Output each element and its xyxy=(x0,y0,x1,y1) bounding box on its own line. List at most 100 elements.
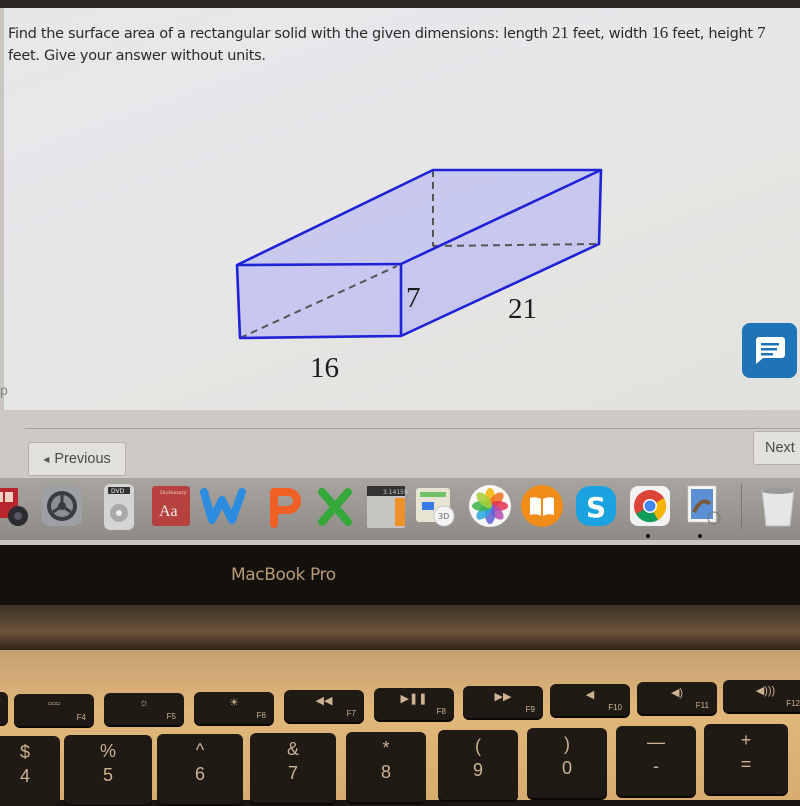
maps-3d-label: 3D xyxy=(438,512,449,521)
navigation-bar: ◀ Previous Next xyxy=(0,410,800,480)
volume-down-icon: ◀) xyxy=(670,687,684,699)
key-minus[interactable]: — - xyxy=(616,726,696,796)
caret-left-icon: ◀ xyxy=(43,454,50,464)
laptop-model-label: MacBook Pro xyxy=(231,565,336,585)
key-f4[interactable]: ▫▫▫ F4 xyxy=(14,694,94,726)
key-shift-label: ( xyxy=(475,736,481,756)
key-0[interactable]: ) 0 xyxy=(527,728,607,798)
photo-booth-icon[interactable] xyxy=(0,484,36,528)
chat-icon xyxy=(756,337,785,364)
running-indicator xyxy=(698,534,702,538)
key-shift-label: & xyxy=(286,739,299,759)
key-label: = xyxy=(740,754,752,774)
book-icon[interactable] xyxy=(520,484,564,528)
key-label: 4 xyxy=(19,766,30,786)
calculator-icon[interactable]: 3.14159 xyxy=(365,484,409,528)
question-text: Find the surface area of a rectangular s… xyxy=(8,22,788,67)
key-f10[interactable]: ◀ F10 xyxy=(550,684,630,716)
fast-forward-icon: ▶▶ xyxy=(494,691,512,703)
fn-label: F9 xyxy=(525,705,535,714)
key-label: 7 xyxy=(287,763,298,783)
laptop-hinge xyxy=(0,605,800,650)
mail-icon[interactable] xyxy=(684,484,728,528)
key-equals[interactable]: + = xyxy=(704,724,788,794)
running-indicator xyxy=(646,534,650,538)
length-value: 21 xyxy=(552,23,569,42)
key-f9[interactable]: ▶▶ F9 xyxy=(463,686,543,718)
question-part: feet, height xyxy=(667,26,758,42)
divider xyxy=(25,428,800,429)
key-6[interactable]: ^ 6 xyxy=(157,734,243,804)
gear-icon[interactable] xyxy=(40,484,84,528)
key-5[interactable]: % 5 xyxy=(64,735,152,805)
screen: Find the surface area of a rectangular s… xyxy=(0,0,800,545)
key-label: 6 xyxy=(194,764,205,784)
width-value: 16 xyxy=(651,23,669,42)
key-f11[interactable]: ◀) F11 xyxy=(637,682,717,714)
fn-label: F8 xyxy=(436,707,446,716)
screen-top-edge xyxy=(0,0,800,8)
chat-button[interactable] xyxy=(742,323,797,378)
key-shift-label: $ xyxy=(19,742,30,762)
calculator-display: 3.14159 xyxy=(383,489,408,496)
mission-control-icon: ▫▫▫ xyxy=(48,698,60,710)
key-label: 0 xyxy=(561,758,572,778)
maps-icon[interactable]: 3D xyxy=(414,484,458,528)
key-f5[interactable]: ☼ F5 xyxy=(104,693,184,725)
question-part: Find the surface area of a rectangular s… xyxy=(8,26,553,42)
previous-label: Previous xyxy=(54,451,111,467)
key-shift-label: — xyxy=(647,732,665,752)
chrome-icon[interactable] xyxy=(628,484,672,528)
sidebar-partial-text: p xyxy=(0,382,8,398)
height-value: 7 xyxy=(757,23,766,42)
skype-label: S xyxy=(586,491,606,524)
excel-icon[interactable] xyxy=(314,484,358,528)
rewind-icon: ◀◀ xyxy=(315,695,333,707)
key-shift-label: ^ xyxy=(195,740,205,760)
key-f7[interactable]: ◀◀ F7 xyxy=(284,690,364,722)
fn-label: F12 xyxy=(786,699,800,708)
key-label: 9 xyxy=(472,760,483,780)
key-shift-label: % xyxy=(99,741,116,761)
dictionary-icon[interactable]: Dictionary Aa xyxy=(150,484,194,528)
key-f8[interactable]: ▶❚❚ F8 xyxy=(374,688,454,720)
fn-label: F11 xyxy=(695,701,709,710)
photos-icon[interactable] xyxy=(468,484,512,528)
powerpoint-icon[interactable] xyxy=(262,484,306,528)
fn-label: F4 xyxy=(76,713,86,722)
previous-button[interactable]: ◀ Previous xyxy=(28,442,126,476)
next-button[interactable]: Next xyxy=(753,431,800,465)
keyboard: ▫▫▫ F4 ☼ F5 ☀ F6 ◀◀ F7 ▶❚❚ F8 ▶▶ F9 ◀ F10 ◀) F11… xyxy=(0,650,800,806)
key-f12[interactable]: ◀))) F12 xyxy=(723,680,800,712)
fn-label: F10 xyxy=(608,703,622,712)
skype-icon[interactable]: S xyxy=(574,484,618,528)
key-f3[interactable] xyxy=(0,692,8,724)
dvd-icon[interactable]: DVD xyxy=(100,484,144,530)
dictionary-label: Aa xyxy=(159,503,178,520)
key-shift-label: * xyxy=(382,738,390,758)
dock-separator xyxy=(741,484,742,530)
fn-label: F6 xyxy=(256,711,266,720)
volume-up-icon: ◀))) xyxy=(755,685,776,697)
key-9[interactable]: (9 xyxy=(438,730,518,800)
key-4[interactable]: $4 xyxy=(0,736,60,806)
next-label: Next xyxy=(765,440,795,456)
keyboard-brightness-up-icon: ☀ xyxy=(229,697,239,709)
laptop-bezel xyxy=(0,545,800,605)
dictionary-sublabel: Dictionary xyxy=(160,490,187,496)
key-7[interactable]: & 7 xyxy=(250,733,336,803)
fn-label: F5 xyxy=(166,712,176,721)
key-f6[interactable]: ☀ F6 xyxy=(194,692,274,724)
key-8[interactable]: * 8 xyxy=(346,732,426,802)
word-icon[interactable] xyxy=(200,484,246,528)
question-part: feet, width xyxy=(568,26,652,42)
keyboard-brightness-down-icon: ☼ xyxy=(138,697,150,709)
key-label: - xyxy=(653,756,659,776)
left-sidebar-edge: p xyxy=(0,340,16,420)
key-label: 8 xyxy=(380,762,391,782)
fn-label: F7 xyxy=(346,709,356,718)
svg-text:DVD: DVD xyxy=(111,488,125,495)
play-pause-icon: ▶❚❚ xyxy=(400,693,428,705)
trash-icon[interactable] xyxy=(758,484,800,528)
mute-icon: ◀ xyxy=(585,689,595,701)
